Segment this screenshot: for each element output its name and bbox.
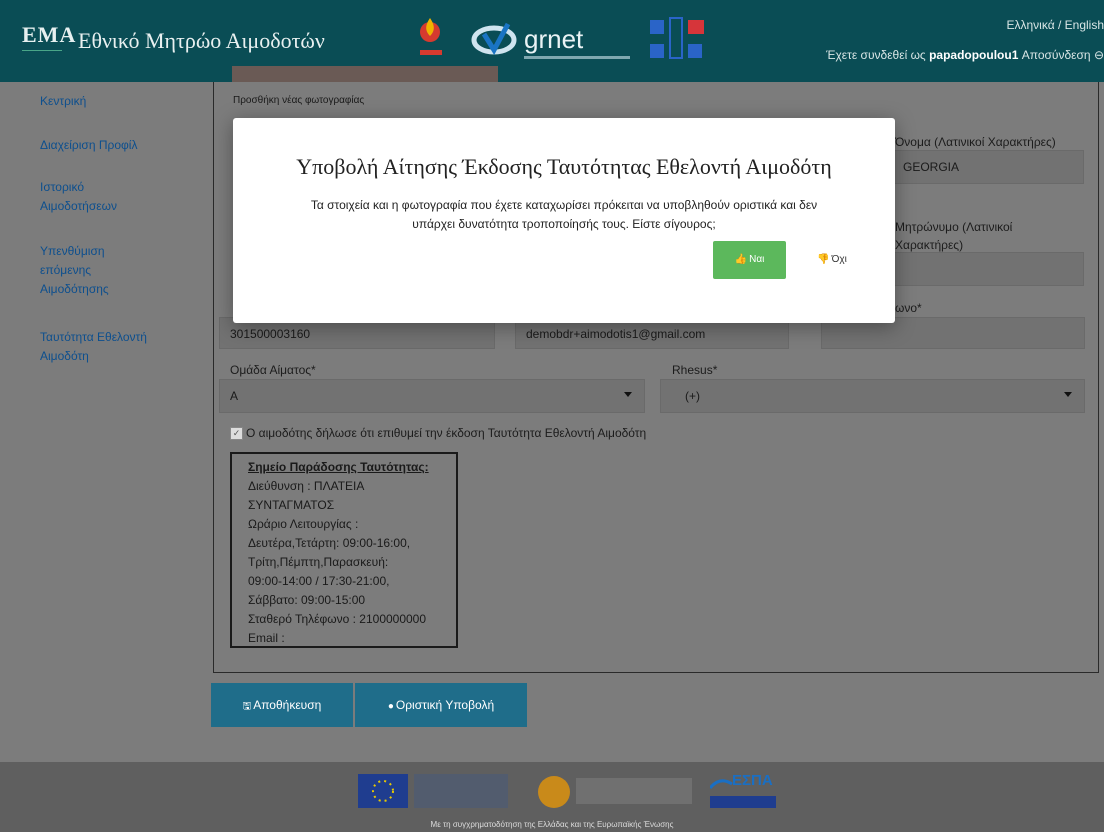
sidebar-nav: Κεντρική Διαχείριση Προφίλ Ιστορικό Αιμο…: [0, 82, 205, 762]
phone-label: ωνο*: [895, 301, 922, 315]
dialog-message: Τα στοιχεία και η φωτογραφία που έχετε κ…: [310, 198, 818, 231]
profile-photo: [232, 66, 498, 82]
delivery-point-box: Σημείο Παράδοσης Ταυτότητας: Διεύθυνση :…: [230, 452, 458, 648]
delivery-line: Email :: [248, 631, 285, 645]
sidebar-item-history[interactable]: Ιστορικό Αιμοδοτήσεων: [40, 178, 160, 216]
ema-logo[interactable]: EMA: [22, 22, 75, 62]
circle-icon: ●: [387, 701, 394, 712]
sidebar-item-home[interactable]: Κεντρική: [40, 92, 190, 111]
floppy-disk-icon: 🖫: [242, 701, 252, 712]
delivery-point-title: Σημείο Παράδοσης Ταυτότητας:: [248, 460, 429, 474]
save-button[interactable]: 🖫 Αποθήκευση: [211, 683, 353, 727]
sidebar-item-donor-id[interactable]: Ταυτότητα Εθελοντή Αιμοδότη: [40, 328, 170, 366]
grnet-text: grnet: [524, 24, 584, 54]
delivery-line: Διεύθυνση : ΠΛΑΤΕΙΑ: [248, 479, 365, 493]
delivery-line: 09:00-14:00 / 17:30-21:00,: [248, 574, 390, 588]
blood-group-label: Ομάδα Αίματος*: [230, 363, 316, 377]
rhesus-select[interactable]: (+): [660, 379, 1085, 413]
delivery-line: ΣΥΝΤΑΓΜΑΤΟΣ: [248, 498, 335, 512]
mother-name-latin-field[interactable]: [893, 252, 1084, 286]
first-name-latin-field[interactable]: GEORGIA: [893, 150, 1084, 184]
mother-name-latin-label: Μητρώνυμο (Λατινικοί Χαρακτήρες): [895, 220, 1013, 252]
blood-donation-partner-logo: [412, 10, 464, 68]
rhesus-label: Rhesus*: [672, 363, 718, 377]
blood-group-select[interactable]: A: [219, 379, 645, 413]
confirm-yes-button[interactable]: 👍 Ναι: [713, 241, 786, 279]
final-submit-button[interactable]: ● Οριστική Υποβολή: [355, 683, 527, 727]
chevron-down-icon: [1064, 392, 1072, 397]
ministry-health-logo: [648, 10, 706, 68]
first-name-latin-label: Όνομα (Λατινικοί Χαρακτήρες): [895, 135, 1056, 149]
delivery-line: Ωράριο Λειτουργίας :: [248, 517, 359, 531]
grnet-logo: grnet: [470, 10, 635, 68]
sidebar-item-reminder[interactable]: Υπενθύμιση επόμενης Αιμοδότησης: [40, 242, 140, 299]
espa-logo: ΕΣΠΑ: [708, 770, 780, 812]
sidebar-item-profile[interactable]: Διαχείριση Προφίλ: [40, 136, 190, 155]
add-photo-link[interactable]: Προσθήκη νέας φωτογραφίας: [233, 95, 364, 106]
donor-id-checkbox[interactable]: ✓: [230, 427, 243, 440]
delivery-line: Σταθερό Τηλέφωνο : 2100000000: [248, 612, 427, 626]
logout-link[interactable]: Αποσύνδεση: [1022, 48, 1091, 62]
confirm-dialog: Υποβολή Αίτησης Έκδοσης Ταυτότητας Εθελο…: [233, 118, 895, 323]
thumbs-up-icon: 👍: [734, 254, 748, 265]
confirm-no-button[interactable]: 👎 Όχι: [798, 241, 866, 279]
digital-greece-logo: [536, 770, 696, 812]
chevron-down-icon: [624, 392, 632, 397]
delivery-line: Σάββατο: 09:00-15:00: [248, 593, 366, 607]
dialog-title: Υποβολή Αίτησης Έκδοσης Ταυτότητας Εθελο…: [296, 154, 832, 179]
footer: ΕΣΠΑ Με τη συγχρηματοδότηση της Ελλάδας …: [0, 762, 1104, 832]
language-switcher[interactable]: Ελληνικά / English: [1007, 18, 1104, 32]
footer-caption: Με τη συγχρηματοδότηση της Ελλάδας και τ…: [430, 820, 674, 829]
username: papadopoulou1: [929, 48, 1019, 62]
logout-icon[interactable]: ⊖: [1091, 48, 1104, 62]
donor-id-checkbox-label: Ο αιμοδότης δήλωσε ότι επιθυμεί την έκδο…: [246, 426, 647, 440]
top-header: EMA Εθνικό Μητρώο Αιμοδοτών grnet Ελληνι…: [0, 0, 1104, 82]
thumbs-down-icon: 👎: [817, 254, 830, 265]
site-title[interactable]: Εθνικό Μητρώο Αιμοδοτών: [78, 28, 325, 54]
delivery-line: Δευτέρα,Τετάρτη: 09:00-16:00,: [248, 536, 411, 550]
eu-flag-logo: [358, 770, 510, 812]
delivery-line: Τρίτη,Πέμπτη,Παρασκευή:: [248, 555, 389, 569]
logo-underline: [22, 50, 62, 57]
espa-text: ΕΣΠΑ: [732, 772, 773, 789]
user-status: Έχετε συνδεθεί ως papadopoulou1 Αποσύνδε…: [826, 48, 1104, 62]
